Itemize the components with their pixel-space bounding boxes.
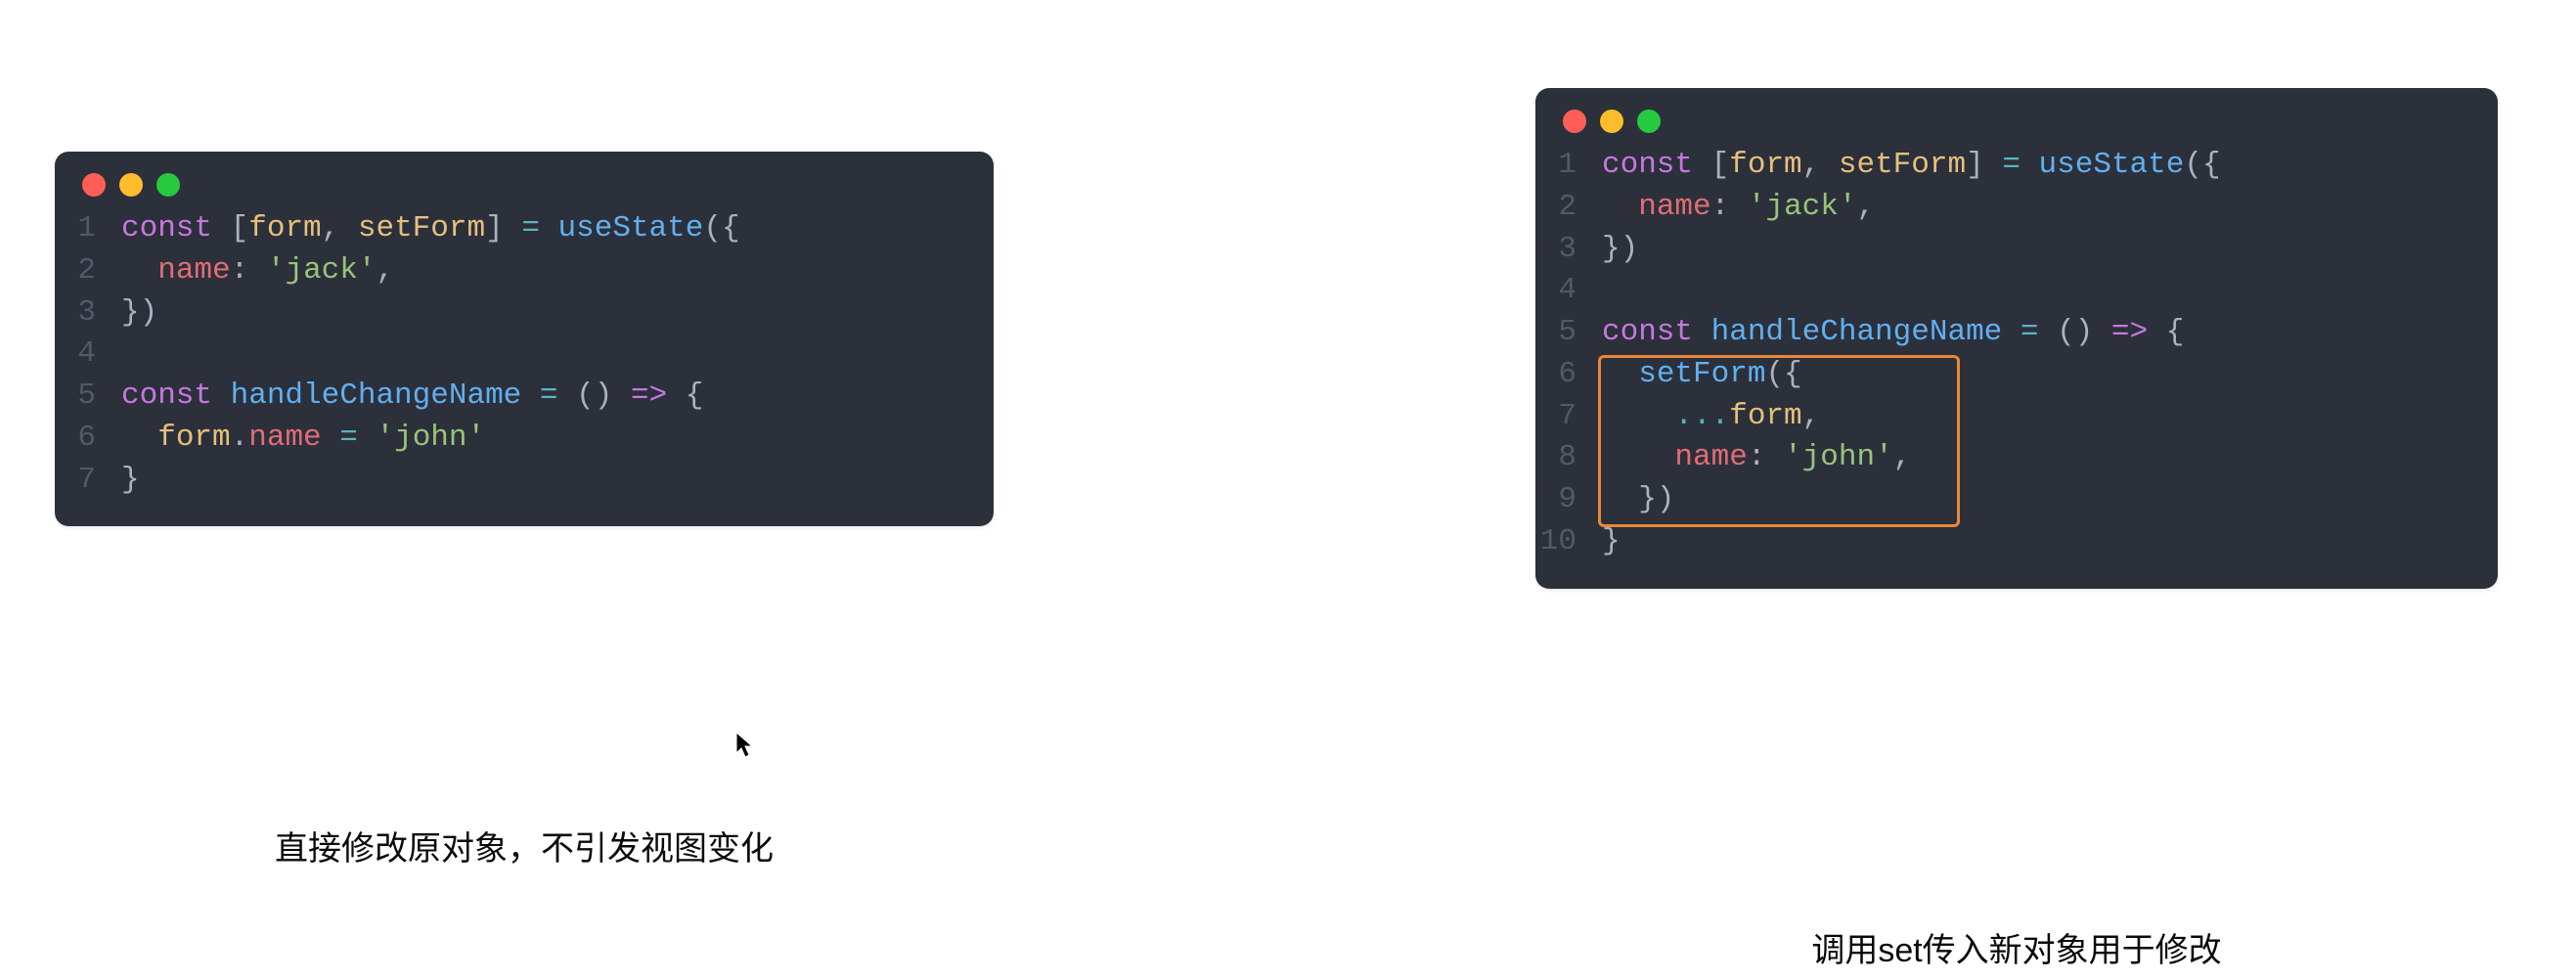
code-content: } — [117, 460, 140, 502]
line-number: 7 — [55, 460, 117, 502]
code-content: const handleChangeName = () => { — [117, 376, 703, 418]
left-code-body: 1const [form, setForm] = useState({2 nam… — [55, 208, 994, 501]
code-line: 3}) — [1535, 229, 2498, 271]
line-number: 7 — [1535, 396, 1598, 438]
code-line: 10} — [1535, 521, 2498, 563]
code-line: 8 name: 'john', — [1535, 437, 2498, 479]
close-dot-icon — [1563, 110, 1586, 133]
code-line: 2 name: 'jack', — [1535, 187, 2498, 229]
code-content — [117, 334, 121, 376]
right-panel: 1const [form, setForm] = useState({2 nam… — [1535, 88, 2498, 589]
code-content: name: 'john', — [1598, 437, 1911, 479]
mouse-cursor-icon — [735, 732, 757, 761]
code-content: } — [1598, 521, 1621, 563]
right-code-window: 1const [form, setForm] = useState({2 nam… — [1535, 88, 2498, 589]
right-caption: 调用set传入新对象用于修改 — [1811, 923, 2221, 971]
code-line: 9 }) — [1535, 479, 2498, 521]
code-line: 7 ...form, — [1535, 396, 2498, 438]
code-content: }) — [117, 292, 157, 334]
line-number: 4 — [55, 334, 117, 376]
line-number: 5 — [1535, 312, 1598, 354]
line-number: 8 — [1535, 437, 1598, 479]
window-traffic-lights — [55, 152, 994, 208]
maximize-dot-icon — [156, 173, 180, 197]
window-traffic-lights — [1535, 88, 2498, 145]
code-content: name: 'jack', — [1598, 187, 1875, 229]
line-number: 5 — [55, 376, 117, 418]
line-number: 3 — [55, 292, 117, 334]
code-content — [1598, 270, 1602, 312]
code-line: 3}) — [55, 292, 994, 334]
code-line: 1const [form, setForm] = useState({ — [1535, 145, 2498, 187]
minimize-dot-icon — [1600, 110, 1623, 133]
code-line: 6 setForm({ — [1535, 354, 2498, 396]
code-content: name: 'jack', — [117, 250, 394, 292]
code-line: 6 form.name = 'john' — [55, 418, 994, 460]
close-dot-icon — [82, 173, 106, 197]
code-content: }) — [1598, 479, 1674, 521]
code-line: 2 name: 'jack', — [55, 250, 994, 292]
left-caption: 直接修改原对象，不引发视图变化 — [275, 822, 774, 869]
line-number: 10 — [1535, 521, 1598, 563]
code-content: }) — [1598, 229, 1638, 271]
code-line: 4 — [55, 334, 994, 376]
line-number: 1 — [1535, 145, 1598, 187]
line-number: 3 — [1535, 229, 1598, 271]
line-number: 6 — [1535, 354, 1598, 396]
code-content: setForm({ — [1598, 354, 1802, 396]
line-number: 6 — [55, 418, 117, 460]
code-line: 4 — [1535, 270, 2498, 312]
line-number: 2 — [1535, 187, 1598, 229]
line-number: 9 — [1535, 479, 1598, 521]
line-number: 1 — [55, 208, 117, 250]
line-number: 4 — [1535, 270, 1598, 312]
minimize-dot-icon — [119, 173, 143, 197]
maximize-dot-icon — [1637, 110, 1661, 133]
code-content: ...form, — [1598, 396, 1820, 438]
line-number: 2 — [55, 250, 117, 292]
code-line: 1const [form, setForm] = useState({ — [55, 208, 994, 250]
left-code-window: 1const [form, setForm] = useState({2 nam… — [55, 152, 994, 526]
code-content: const [form, setForm] = useState({ — [117, 208, 740, 250]
code-content: form.name = 'john' — [117, 418, 485, 460]
left-panel: 1const [form, setForm] = useState({2 nam… — [55, 152, 994, 526]
code-line: 5const handleChangeName = () => { — [55, 376, 994, 418]
right-code-body: 1const [form, setForm] = useState({2 nam… — [1535, 145, 2498, 563]
code-line: 5const handleChangeName = () => { — [1535, 312, 2498, 354]
code-content: const handleChangeName = () => { — [1598, 312, 2184, 354]
code-content: const [form, setForm] = useState({ — [1598, 145, 2221, 187]
code-line: 7} — [55, 460, 994, 502]
